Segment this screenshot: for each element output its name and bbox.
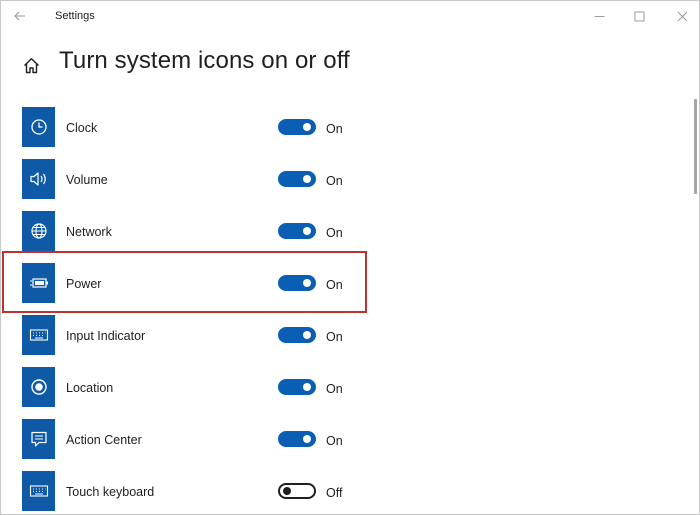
minimize-icon (594, 15, 604, 17)
action-center-icon (30, 431, 47, 447)
toggle-knob (283, 487, 291, 495)
toggle-knob (303, 123, 311, 131)
toggle-knob (303, 435, 311, 443)
power-highlight-box (2, 251, 367, 313)
keyboard-icon (29, 329, 48, 341)
touch-keyboard-tile (22, 471, 55, 511)
toggle-knob (303, 331, 311, 339)
list-item-touch-keyboard: Touch keyboard Off (1, 465, 691, 514)
arrow-left-icon (14, 11, 25, 21)
toggle-state: On (326, 174, 343, 188)
scrollbar-thumb[interactable] (694, 99, 697, 194)
action-center-toggle[interactable] (278, 431, 316, 447)
location-tile (22, 367, 55, 407)
item-label: Clock (66, 121, 98, 135)
clock-icon (30, 119, 47, 135)
toggle-state: Off (326, 486, 343, 500)
maximize-icon (634, 11, 644, 21)
location-icon (30, 379, 47, 395)
toggle-state: On (326, 434, 343, 448)
list-item-location: Location On (1, 361, 691, 413)
item-label: Input Indicator (66, 329, 146, 343)
toggle-knob (303, 227, 311, 235)
back-button[interactable] (9, 5, 31, 27)
list-item-clock: Clock On (1, 101, 691, 153)
item-label: Network (66, 225, 112, 239)
item-label: Touch keyboard (66, 485, 155, 499)
clock-tile (22, 107, 55, 147)
page-title: Turn system icons on or off (59, 47, 350, 74)
home-button[interactable] (19, 53, 43, 77)
action-center-tile (22, 419, 55, 459)
input-indicator-tile (22, 315, 55, 355)
item-label: Location (66, 381, 114, 395)
close-icon (677, 11, 687, 21)
location-toggle[interactable] (278, 379, 316, 395)
toggle-knob (303, 175, 311, 183)
title-bar: Settings (1, 1, 699, 31)
input-indicator-toggle[interactable] (278, 327, 316, 343)
list-item-volume: Volume On (1, 153, 691, 205)
list-item-action-center: Action Center On (1, 413, 691, 465)
list-item-network: Network On (1, 205, 691, 257)
network-tile (22, 211, 55, 251)
toggle-state: On (326, 122, 343, 136)
minimize-button[interactable] (588, 5, 610, 27)
settings-window: Settings Turn system icons on or off Clo… (0, 0, 700, 515)
item-label: Volume (66, 173, 108, 187)
globe-icon (30, 223, 47, 239)
volume-icon (29, 172, 46, 186)
window-title: Settings (55, 10, 95, 22)
toggle-state: On (326, 226, 343, 240)
item-label: Action Center (66, 433, 142, 447)
volume-toggle[interactable] (278, 171, 316, 187)
toggle-knob (303, 383, 311, 391)
network-toggle[interactable] (278, 223, 316, 239)
close-button[interactable] (671, 5, 693, 27)
toggle-state: On (326, 330, 343, 344)
maximize-button[interactable] (628, 5, 650, 27)
home-icon (23, 57, 39, 73)
volume-tile (22, 159, 55, 199)
toggle-state: On (326, 382, 343, 396)
keyboard-icon (29, 485, 48, 497)
touch-keyboard-toggle[interactable] (278, 483, 316, 499)
clock-toggle[interactable] (278, 119, 316, 135)
list-item-input-indicator: Input Indicator On (1, 309, 691, 361)
